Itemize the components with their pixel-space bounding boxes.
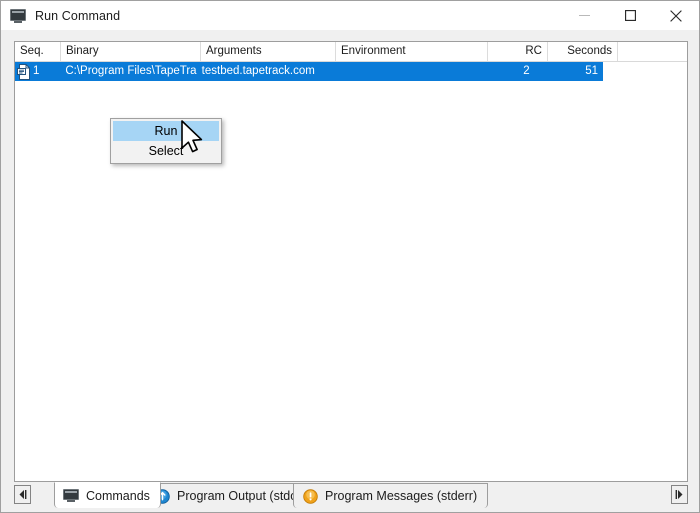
tab-program-messages-stderr[interactable]: Program Messages (stderr) <box>293 483 489 508</box>
tab-stdout-label: Program Output (stdout) <box>177 489 312 503</box>
maximize-icon <box>624 10 636 21</box>
commands-grid[interactable]: Seq. Binary Arguments Environment RC Sec… <box>15 42 687 481</box>
scroll-left-button[interactable] <box>14 485 31 504</box>
column-header-rc[interactable]: RC <box>488 42 548 61</box>
column-header-arguments[interactable]: Arguments <box>201 42 336 61</box>
context-menu-item-select[interactable]: Select <box>113 141 219 161</box>
column-header-binary[interactable]: Binary <box>61 42 201 61</box>
minimize-icon <box>578 15 590 16</box>
minimize-button[interactable] <box>561 1 607 30</box>
cell-arguments: testbed.tapetrack.com <box>201 65 315 77</box>
cell-environment <box>328 62 476 81</box>
monitor-icon <box>10 8 26 23</box>
tab-stderr-label: Program Messages (stderr) <box>325 489 478 503</box>
scroll-right-button[interactable] <box>671 485 688 504</box>
table-row[interactable]: 1 C:\Program Files\TapeTra testbed.tapet… <box>15 62 603 81</box>
title-bar[interactable]: Run Command <box>1 1 699 30</box>
tab-commands[interactable]: Commands <box>54 482 161 508</box>
tab-commands-label: Commands <box>86 488 150 503</box>
cell-rc: 2 <box>523 65 530 77</box>
context-menu-item-run[interactable]: Run <box>113 121 219 141</box>
monitor-icon <box>63 488 79 504</box>
document-icon <box>17 64 31 80</box>
run-command-window: Run Command Seq. Binary Arguments Enviro… <box>0 0 700 513</box>
context-menu[interactable]: Run Select <box>110 118 222 164</box>
scroll-right-icon <box>675 490 683 499</box>
maximize-button[interactable] <box>607 1 653 30</box>
column-header-seq[interactable]: Seq. <box>15 42 61 61</box>
tab-strip: Commands Program Output (stdout) Program… <box>14 482 688 508</box>
cell-binary: C:\Program Files\TapeTra <box>65 65 197 77</box>
column-header-seconds[interactable]: Seconds <box>548 42 618 61</box>
grid-header-row: Seq. Binary Arguments Environment RC Sec… <box>15 42 687 62</box>
close-icon <box>670 9 682 22</box>
column-header-environment[interactable]: Environment <box>336 42 488 61</box>
cell-seconds: 51 <box>585 65 598 77</box>
scroll-left-icon <box>19 490 27 499</box>
client-area: Seq. Binary Arguments Environment RC Sec… <box>2 30 698 512</box>
warning-icon <box>302 488 318 504</box>
close-button[interactable] <box>653 1 699 30</box>
commands-tab-page: Seq. Binary Arguments Environment RC Sec… <box>14 41 688 482</box>
window-title: Run Command <box>35 8 121 23</box>
